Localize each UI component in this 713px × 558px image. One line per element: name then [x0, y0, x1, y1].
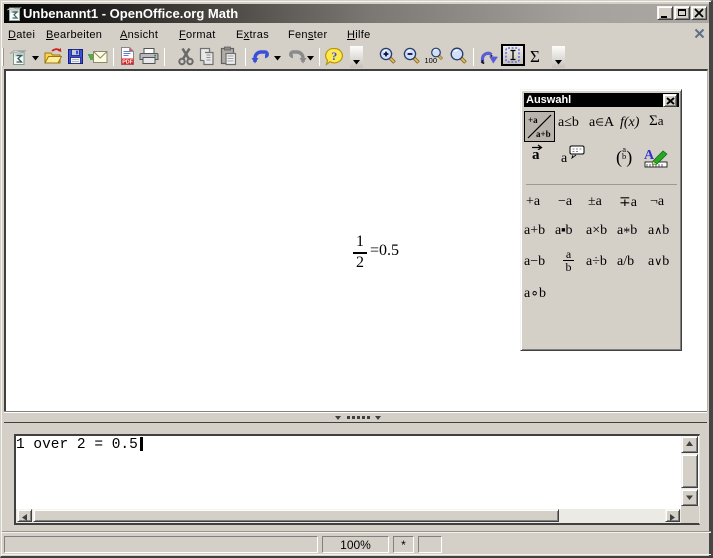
svg-text:100: 100	[425, 56, 438, 65]
svg-text:?: ?	[331, 49, 337, 63]
svg-text:a+b: a+b	[536, 129, 551, 139]
svg-text:+a: +a	[528, 115, 538, 125]
svg-text:PDF: PDF	[122, 60, 133, 66]
